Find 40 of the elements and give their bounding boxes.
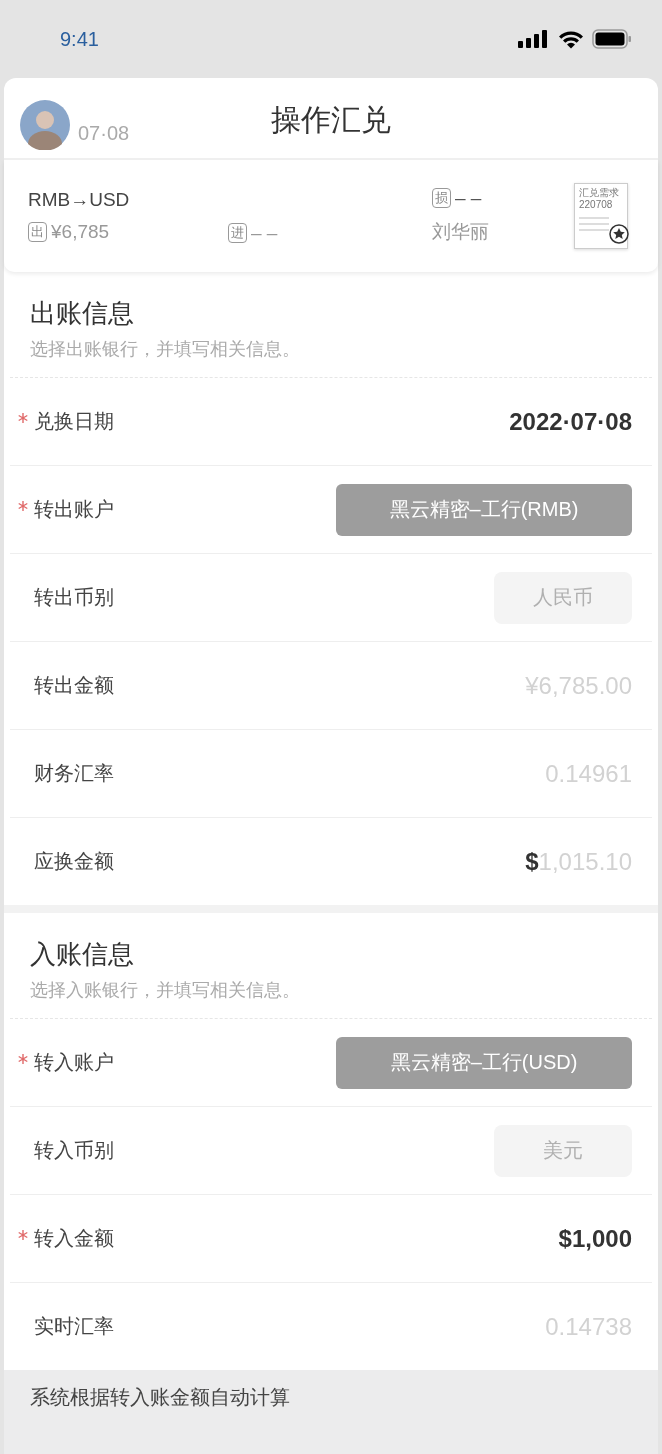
- page-title: 操作汇兑: [271, 102, 391, 138]
- loss-tag: 损: [432, 188, 451, 208]
- currency-symbol: $: [525, 847, 539, 876]
- wifi-icon: [558, 29, 584, 49]
- field-label: 转出金额: [34, 673, 114, 698]
- person-name: 刘华丽: [432, 220, 490, 244]
- field-label: 转入金额: [34, 1226, 114, 1251]
- field-label: 转出账户: [34, 497, 114, 522]
- signal-icon: [518, 30, 550, 48]
- loss-amount: – –: [455, 187, 482, 209]
- currency-pair: RMB→USD: [28, 189, 131, 211]
- header-date: 07·08: [78, 121, 130, 145]
- section-subtitle: 选择出账银行，并填写相关信息。: [30, 338, 301, 361]
- out-amount: ¥6,785: [51, 221, 110, 243]
- document-number: 220708: [579, 199, 614, 211]
- field-label: 兑换日期: [34, 409, 114, 434]
- section-title: 入账信息: [30, 938, 135, 971]
- field-value: $1,000: [558, 1224, 632, 1253]
- section-title: 出账信息: [30, 297, 135, 330]
- field-label: 应换金额: [34, 849, 114, 874]
- currency-field: 美元: [494, 1124, 632, 1177]
- field-label: 转出币别: [34, 585, 114, 610]
- in-tag: 进: [228, 223, 247, 243]
- footer-note: 系统根据转入账金额自动计算: [30, 1386, 290, 1408]
- field-label: 实时汇率: [34, 1314, 114, 1339]
- field-label: 转入账户: [34, 1050, 114, 1075]
- out-tag: 出: [28, 222, 47, 242]
- in-amount: – –: [251, 222, 278, 244]
- field-label: 转入币别: [34, 1138, 114, 1163]
- battery-icon: [592, 29, 632, 49]
- account-select[interactable]: 黑云精密–工行(RMB): [336, 483, 632, 536]
- currency-field: 人民币: [494, 571, 632, 624]
- section-subtitle: 选择入账银行，并填写相关信息。: [30, 979, 301, 1002]
- status-time: 9:41: [60, 27, 99, 51]
- document-title: 汇兑需求: [579, 187, 620, 199]
- field-label: 财务汇率: [34, 761, 114, 786]
- document-thumbnail[interactable]: 汇兑需求 220708: [574, 183, 628, 249]
- account-select[interactable]: 黑云精密–工行(USD): [336, 1036, 632, 1089]
- avatar[interactable]: [20, 100, 70, 150]
- field-value: 2022·07·08: [509, 407, 632, 436]
